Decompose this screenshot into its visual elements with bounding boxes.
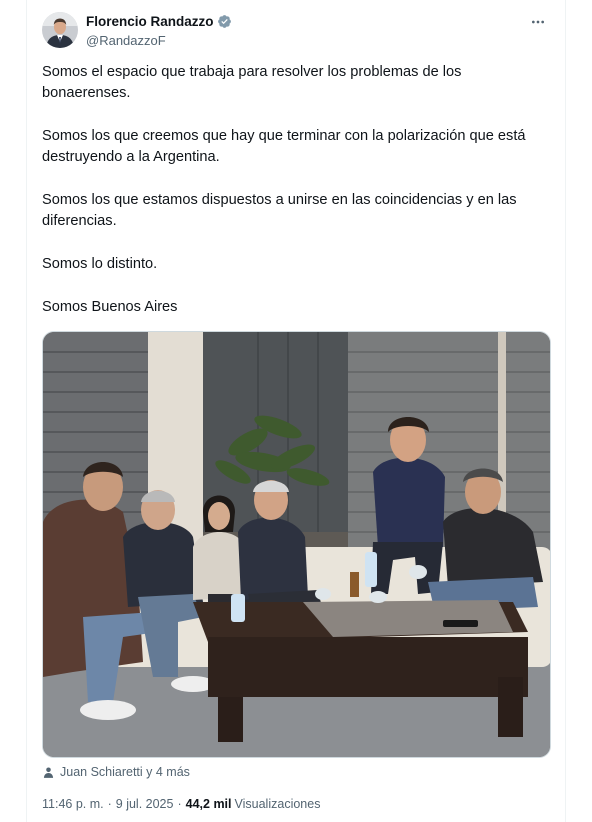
tweet-card: Florencio Randazzo @RandazzoF Somos el e… xyxy=(26,0,566,822)
person-icon xyxy=(43,767,54,778)
tweet-time[interactable]: 11:46 p. m. xyxy=(42,797,104,811)
tagged-people[interactable]: Juan Schiaretti y 4 más xyxy=(42,765,190,779)
views-label: Visualizaciones xyxy=(234,797,321,811)
tweet-meta: 11:46 p. m. · 9 jul. 2025 · 44,2 mil Vis… xyxy=(42,797,320,811)
tweet-paragraph: Somos lo distinto. xyxy=(42,256,158,272)
tweet-paragraph: Somos los que creemos que hay que termin… xyxy=(42,128,526,165)
views-count: 44,2 mil xyxy=(185,797,232,811)
more-options-button[interactable] xyxy=(527,12,549,32)
more-horizontal-icon xyxy=(532,20,544,24)
tweet-date[interactable]: 9 jul. 2025 xyxy=(116,797,174,811)
tagged-people-label: Juan Schiaretti y 4 más xyxy=(60,765,190,779)
verified-badge-icon xyxy=(217,14,232,29)
tweet-paragraph: Somos el espacio que trabaja para resolv… xyxy=(42,64,462,101)
meta-separator: · xyxy=(177,797,182,811)
avatar[interactable] xyxy=(42,12,78,48)
author-name[interactable]: Florencio Randazzo xyxy=(86,14,232,29)
author-handle[interactable]: @RandazzoF xyxy=(86,33,166,48)
tweet-paragraph: Somos los que estamos dispuestos a unirs… xyxy=(42,192,517,229)
tweet-text: Somos el espacio que trabaja para resolv… xyxy=(42,62,542,340)
meta-separator: · xyxy=(107,797,112,811)
group-photo xyxy=(43,332,550,757)
tweet-paragraph: Somos Buenos Aires xyxy=(42,299,178,315)
tweet-photo[interactable] xyxy=(42,331,551,758)
author-name-text: Florencio Randazzo xyxy=(86,14,214,29)
